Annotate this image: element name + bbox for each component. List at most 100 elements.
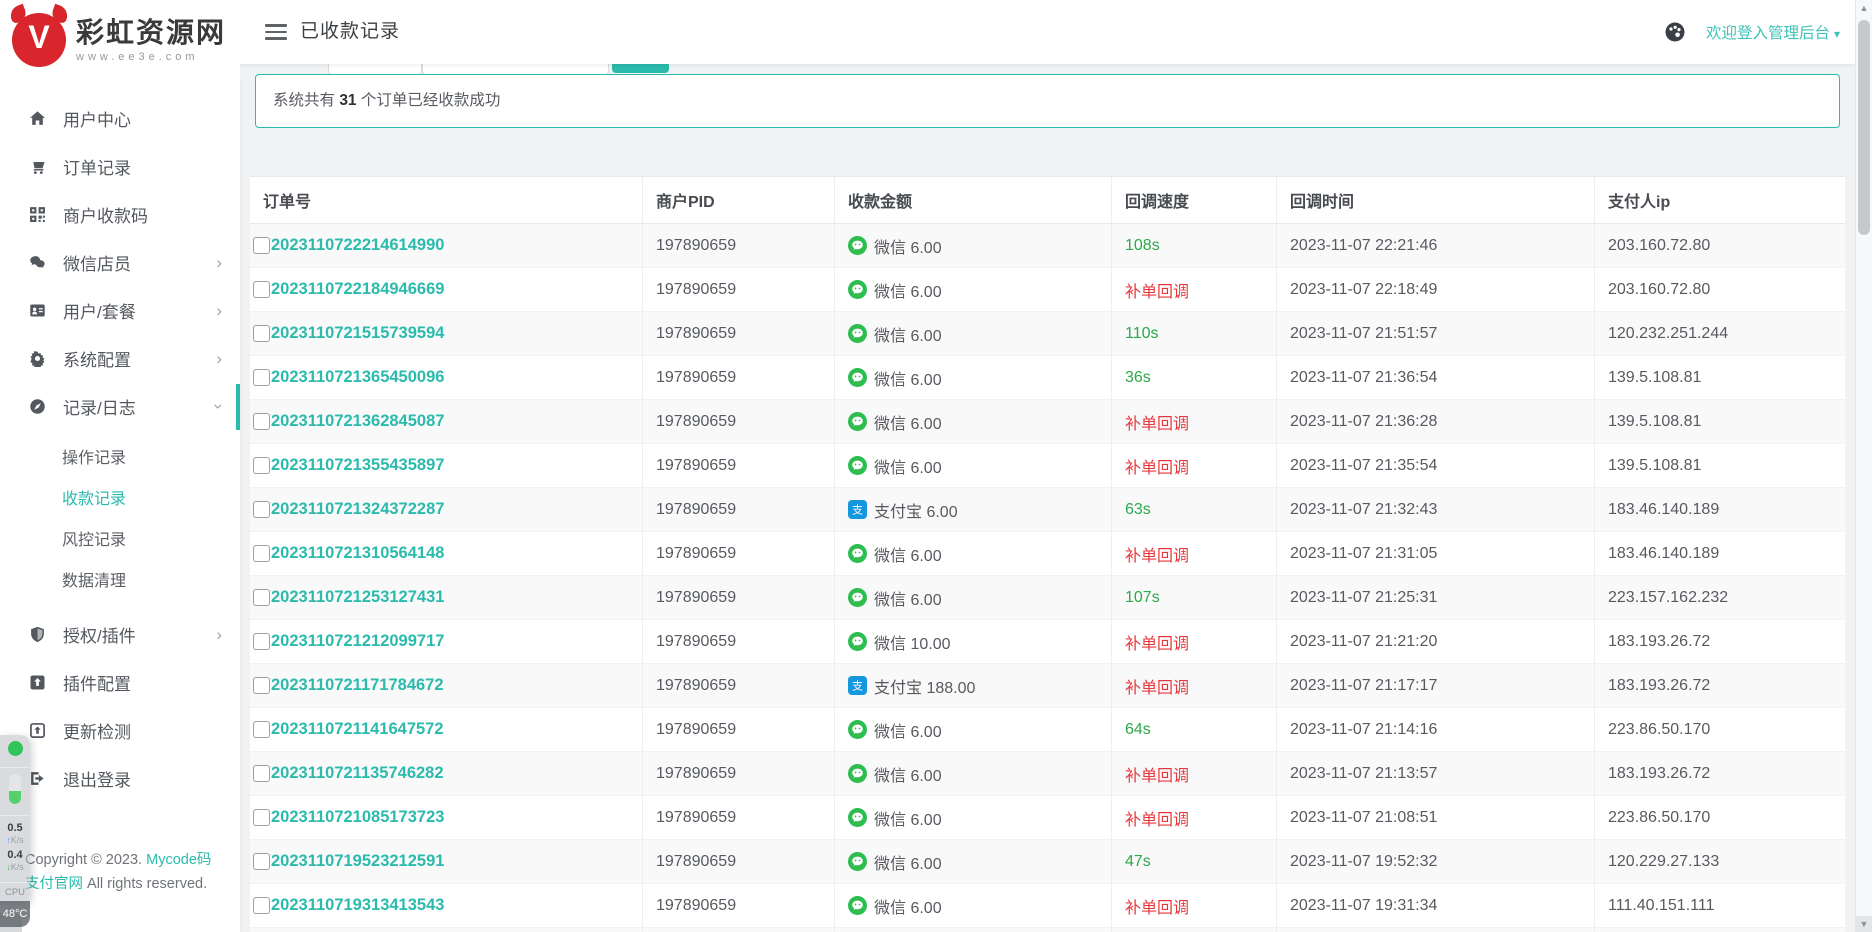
row-checkbox[interactable] bbox=[253, 237, 270, 254]
order-number-link[interactable]: 2023110721310564148 bbox=[271, 544, 444, 563]
scroll-down-arrow-icon[interactable]: ▼ bbox=[1856, 916, 1872, 932]
row-checkbox[interactable] bbox=[253, 897, 270, 914]
search-button-partial[interactable] bbox=[612, 64, 669, 73]
order-number-link[interactable]: 2023110721085173723 bbox=[271, 808, 444, 827]
order-number-link[interactable]: 2023110721135746282 bbox=[271, 764, 444, 783]
amount-cell: 微信 6.00 bbox=[835, 400, 1112, 443]
supplement-callback-label: 补单回调 bbox=[1125, 542, 1189, 566]
callback-time-cell: 2023-11-07 21:14:16 bbox=[1277, 708, 1595, 751]
sidebar-item-user-package[interactable]: 用户/套餐› bbox=[0, 286, 240, 334]
row-checkbox[interactable] bbox=[253, 457, 270, 474]
callback-time-cell: 2023-11-07 21:25:31 bbox=[1277, 576, 1595, 619]
amount-text: 微信 6.00 bbox=[874, 410, 942, 434]
merchant-pid-cell: 197890659 bbox=[643, 620, 835, 663]
sidebar-item-order-records[interactable]: 订单记录 bbox=[0, 142, 240, 190]
amount-cell: 微信 6.00 bbox=[835, 444, 1112, 487]
amount-cell: 微信 6.00 bbox=[835, 840, 1112, 883]
amount-text: 微信 6.00 bbox=[874, 454, 942, 478]
merchant-pid-cell: 197890659 bbox=[643, 268, 835, 311]
amount-cell: 微信 6.00 bbox=[835, 268, 1112, 311]
sidebar-subitem-data-cleanup[interactable]: 数据清理 bbox=[0, 561, 240, 602]
row-checkbox[interactable] bbox=[253, 325, 270, 342]
order-number-link[interactable]: 2023110721324372287 bbox=[271, 500, 444, 519]
order-number-link[interactable]: 2023110721362845087 bbox=[271, 412, 444, 431]
sidebar-item-update-check[interactable]: 更新检测 bbox=[0, 706, 240, 754]
sidebar-item-system-config[interactable]: 系统配置› bbox=[0, 334, 240, 382]
system-monitor-widget[interactable]: 0.5 ↑K/s 0.4 ↓K/s CPU 48°C bbox=[0, 735, 30, 905]
amount-text: 支付宝 188.00 bbox=[874, 674, 975, 698]
wechat-pay-icon bbox=[848, 456, 867, 475]
sidebar-item-user-center[interactable]: 用户中心 bbox=[0, 94, 240, 142]
sidebar-item-label: 订单记录 bbox=[63, 154, 131, 179]
table-row: 2023110721324372287197890659支支付宝 6.0063s… bbox=[250, 488, 1845, 532]
table-row: 2023110721135746282197890659微信 6.00补单回调2… bbox=[250, 752, 1845, 796]
supplement-callback-label: 补单回调 bbox=[1125, 454, 1189, 478]
callback-speed-value: 64s bbox=[1125, 721, 1151, 739]
callback-time-cell: 2023-11-07 19:26:56 bbox=[1277, 928, 1595, 932]
sidebar-item-logout[interactable]: 退出登录 bbox=[0, 754, 240, 802]
row-checkbox[interactable] bbox=[253, 281, 270, 298]
wechat-pay-icon bbox=[848, 764, 867, 783]
payer-ip-cell: 183.46.140.189 bbox=[1595, 488, 1845, 531]
order-number-link[interactable]: 2023110721141647572 bbox=[271, 720, 444, 739]
sidebar-item-merchant-qrcode[interactable]: 商户收款码 bbox=[0, 190, 240, 238]
scrollbar-thumb[interactable] bbox=[1858, 20, 1870, 235]
callback-time-cell: 2023-11-07 21:31:05 bbox=[1277, 532, 1595, 575]
row-checkbox[interactable] bbox=[253, 633, 270, 650]
row-checkbox[interactable] bbox=[253, 721, 270, 738]
table-row: 2023110721310564148 197890659微信 6.00 补单回调 2… bbox=[250, 532, 1845, 576]
row-checkbox[interactable] bbox=[253, 413, 270, 430]
order-number-link[interactable]: 2023110721355435897 bbox=[271, 456, 444, 475]
order-number-link[interactable]: 2023110722214614990 bbox=[271, 236, 444, 255]
callback-speed-value: 47s bbox=[1125, 853, 1151, 871]
sidebar-subitem-risk-records[interactable]: 风控记录 bbox=[0, 520, 240, 561]
scroll-up-arrow-icon[interactable]: ▲ bbox=[1856, 0, 1872, 16]
sidebar-item-auth-plugins[interactable]: 授权/插件› bbox=[0, 610, 240, 658]
row-checkbox[interactable] bbox=[253, 677, 270, 694]
amount-cell: 微信 6.00 bbox=[835, 752, 1112, 795]
row-checkbox[interactable] bbox=[253, 545, 270, 562]
merchant-pid-cell: 197890659 bbox=[643, 752, 835, 795]
sidebar-item-wechat-clerk[interactable]: 微信店员› bbox=[0, 238, 240, 286]
payer-ip-cell: 203.160.72.80 bbox=[1595, 268, 1845, 311]
palette-icon[interactable] bbox=[1664, 21, 1686, 43]
column-header-1: 订单号 bbox=[250, 177, 643, 223]
row-checkbox[interactable] bbox=[253, 853, 270, 870]
row-checkbox[interactable] bbox=[253, 809, 270, 826]
amount-text: 微信 6.00 bbox=[874, 850, 942, 874]
callback-time-cell: 2023-11-07 19:52:32 bbox=[1277, 840, 1595, 883]
order-number-link[interactable]: 2023110721515739594 bbox=[271, 324, 444, 343]
order-number-link[interactable]: 2023110719523212591 bbox=[271, 852, 444, 871]
sidebar-item-label: 记录/日志 bbox=[63, 394, 136, 419]
amount-cell: 微信 6.00 bbox=[835, 532, 1112, 575]
menu-toggle-icon[interactable] bbox=[265, 24, 287, 40]
cpu-temperature: 48°C bbox=[0, 901, 30, 927]
row-checkbox[interactable] bbox=[253, 501, 270, 518]
merchant-pid-cell: 197890659 bbox=[643, 532, 835, 575]
row-checkbox[interactable] bbox=[253, 765, 270, 782]
sidebar-subitem-operation-records[interactable]: 操作记录 bbox=[0, 438, 240, 479]
order-number-link[interactable]: 2023110719313413543 bbox=[271, 896, 444, 915]
download-speed-value: 0.4 bbox=[0, 849, 30, 862]
sidebar-subitem-payment-records[interactable]: 收款记录 bbox=[0, 479, 240, 520]
vertical-scrollbar[interactable]: ▲ ▼ bbox=[1855, 0, 1872, 932]
order-number-link[interactable]: 2023110721171784672 bbox=[271, 676, 444, 695]
table-row: 2023110721171784672197890659支支付宝 188.00补… bbox=[250, 664, 1845, 708]
amount-cell: 微信 10.00 bbox=[835, 620, 1112, 663]
table-row: 2023110719523212591197890659微信 6.0047s20… bbox=[250, 840, 1845, 884]
sidebar-item-plugin-config[interactable]: 插件配置 bbox=[0, 658, 240, 706]
welcome-dropdown[interactable]: 欢迎登入管理后台▾ bbox=[1706, 21, 1840, 43]
merchant-pid-cell: 197890659 bbox=[643, 664, 835, 707]
order-number-link[interactable]: 2023110722184946669 bbox=[271, 280, 444, 299]
wechat-pay-icon bbox=[848, 852, 867, 871]
amount-text: 微信 6.00 bbox=[874, 234, 942, 258]
order-number-link[interactable]: 2023110721253127431 bbox=[271, 588, 444, 607]
order-number-link[interactable]: 2023110721212099717 bbox=[271, 632, 444, 651]
row-checkbox[interactable] bbox=[253, 369, 270, 386]
row-checkbox[interactable] bbox=[253, 589, 270, 606]
sidebar-item-label: 退出登录 bbox=[63, 766, 131, 791]
supplement-callback-label: 补单回调 bbox=[1125, 762, 1189, 786]
sidebar-item-records-logs[interactable]: 记录/日志› bbox=[0, 382, 240, 430]
brand-title: 彩虹资源网 bbox=[76, 18, 226, 48]
order-number-link[interactable]: 2023110721365450096 bbox=[271, 368, 444, 387]
